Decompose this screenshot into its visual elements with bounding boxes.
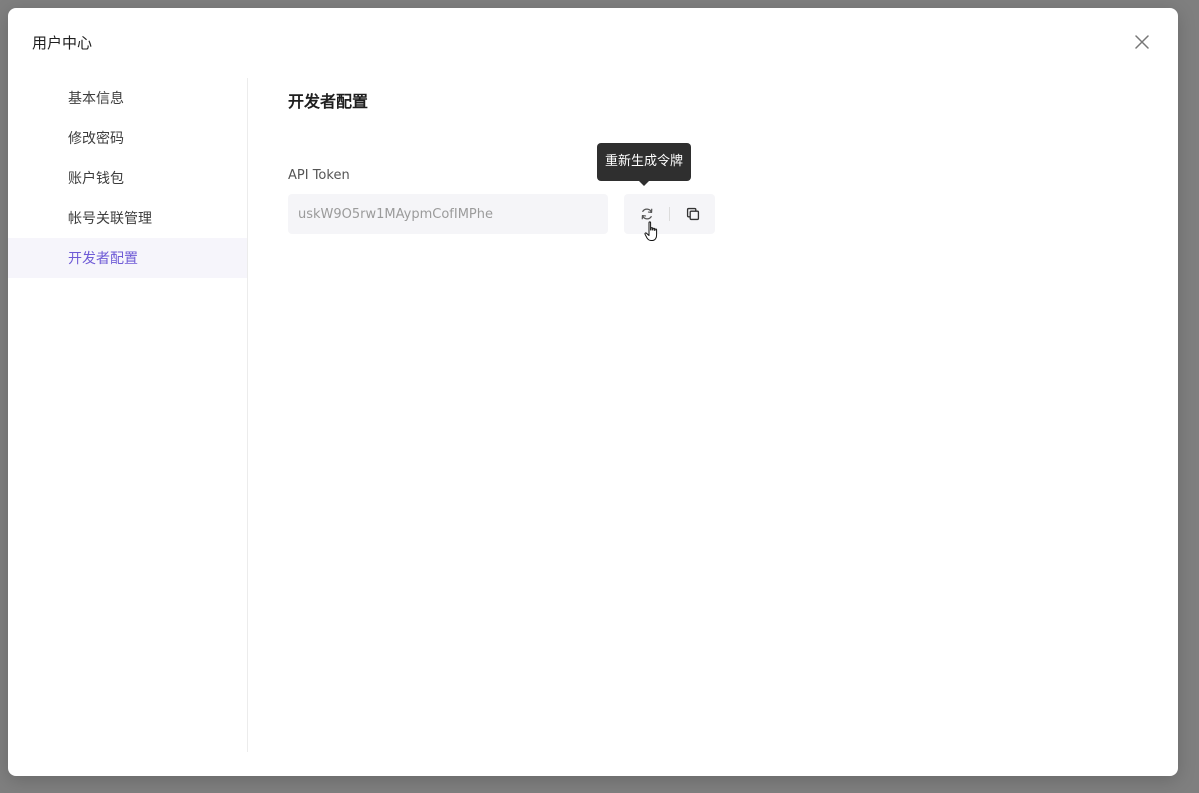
sidebar-item-label: 帐号关联管理 xyxy=(68,211,152,227)
close-button[interactable] xyxy=(1132,32,1152,52)
sidebar-item-basic-info[interactable]: 基本信息 xyxy=(8,78,247,118)
sidebar-item-label: 开发者配置 xyxy=(68,251,138,267)
developer-config-panel: 开发者配置 API Token 重新生成令牌 xyxy=(288,78,1178,776)
sidebar: 基本信息 修改密码 账户钱包 帐号关联管理 开发者配置 xyxy=(8,78,248,752)
tooltip-arrow xyxy=(639,181,649,186)
sidebar-item-label: 账户钱包 xyxy=(68,171,124,187)
api-token-label: API Token xyxy=(288,168,350,183)
token-action-group xyxy=(624,194,715,234)
regenerate-tooltip: 重新生成令牌 xyxy=(597,143,692,186)
regenerate-token-button[interactable] xyxy=(624,194,669,234)
user-center-modal: 用户中心 基本信息 修改密码 账户钱包 帐号关联管理 开发者配置 开发者配置 A… xyxy=(8,8,1178,776)
api-token-input[interactable] xyxy=(288,194,608,234)
modal-title: 用户中心 xyxy=(32,34,93,52)
sidebar-item-label: 基本信息 xyxy=(68,91,124,107)
section-title: 开发者配置 xyxy=(288,92,369,111)
sidebar-item-wallet[interactable]: 账户钱包 xyxy=(8,158,247,198)
copy-icon xyxy=(686,207,699,221)
copy-token-button[interactable] xyxy=(670,194,715,234)
sidebar-item-account-linking[interactable]: 帐号关联管理 xyxy=(8,198,247,238)
sidebar-item-label: 修改密码 xyxy=(68,131,124,147)
close-icon xyxy=(1135,35,1149,49)
sidebar-item-developer-config[interactable]: 开发者配置 xyxy=(8,238,247,278)
tooltip-text: 重新生成令牌 xyxy=(605,154,684,169)
sidebar-item-change-password[interactable]: 修改密码 xyxy=(8,118,247,158)
refresh-icon xyxy=(641,208,652,220)
